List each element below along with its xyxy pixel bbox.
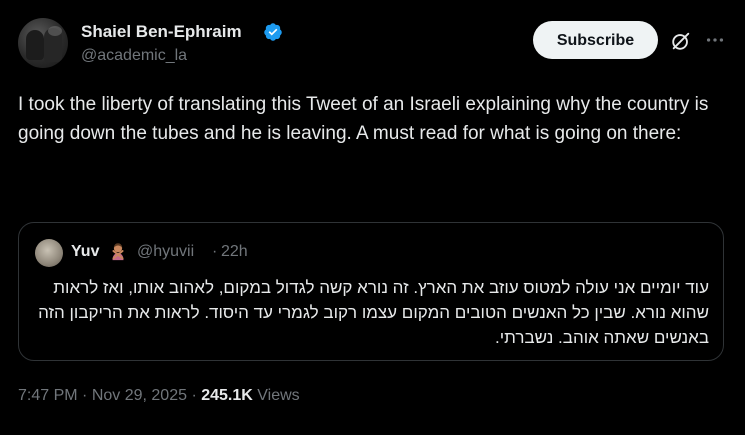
tweet-time[interactable]: 7:47 PM [18, 387, 78, 404]
grok-icon[interactable] [670, 30, 692, 52]
author-handle[interactable]: @academic_la [81, 47, 187, 65]
tweet-meta: 7:47 PM · Nov 29, 2025 · 245.1K Views [18, 387, 300, 405]
quote-separator: · [212, 243, 218, 260]
tweet-text: I took the liberty of translating this T… [18, 94, 709, 144]
subscribe-button[interactable]: Subscribe [533, 21, 658, 59]
avatar-figure [26, 30, 44, 60]
tweet-date[interactable]: Nov 29, 2025 [92, 387, 187, 404]
meta-separator: · [77, 387, 92, 404]
meta-separator: · [187, 387, 202, 404]
verified-badge-icon [264, 23, 282, 41]
views-label: Views [252, 387, 300, 404]
quote-author-name[interactable]: Yuv [71, 243, 99, 261]
person-gesturing-no-emoji-icon [112, 243, 124, 261]
quote-author-avatar[interactable] [35, 239, 63, 267]
quote-timestamp[interactable]: 22h [221, 243, 248, 261]
quoted-tweet[interactable]: Yuv @hyuvii · 22h עוד יומיים אני עולה למ… [18, 222, 724, 361]
more-icon[interactable] [704, 29, 726, 51]
quote-text: עוד יומיים אני עולה למטוס עוזב את הארץ. … [38, 278, 709, 347]
views-count: 245.1K [201, 387, 253, 404]
author-avatar[interactable] [18, 18, 68, 68]
author-name[interactable]: Shaiel Ben-Ephraim [81, 22, 242, 42]
quote-author-handle[interactable]: @hyuvii [137, 243, 194, 261]
avatar-highlight [48, 26, 62, 36]
